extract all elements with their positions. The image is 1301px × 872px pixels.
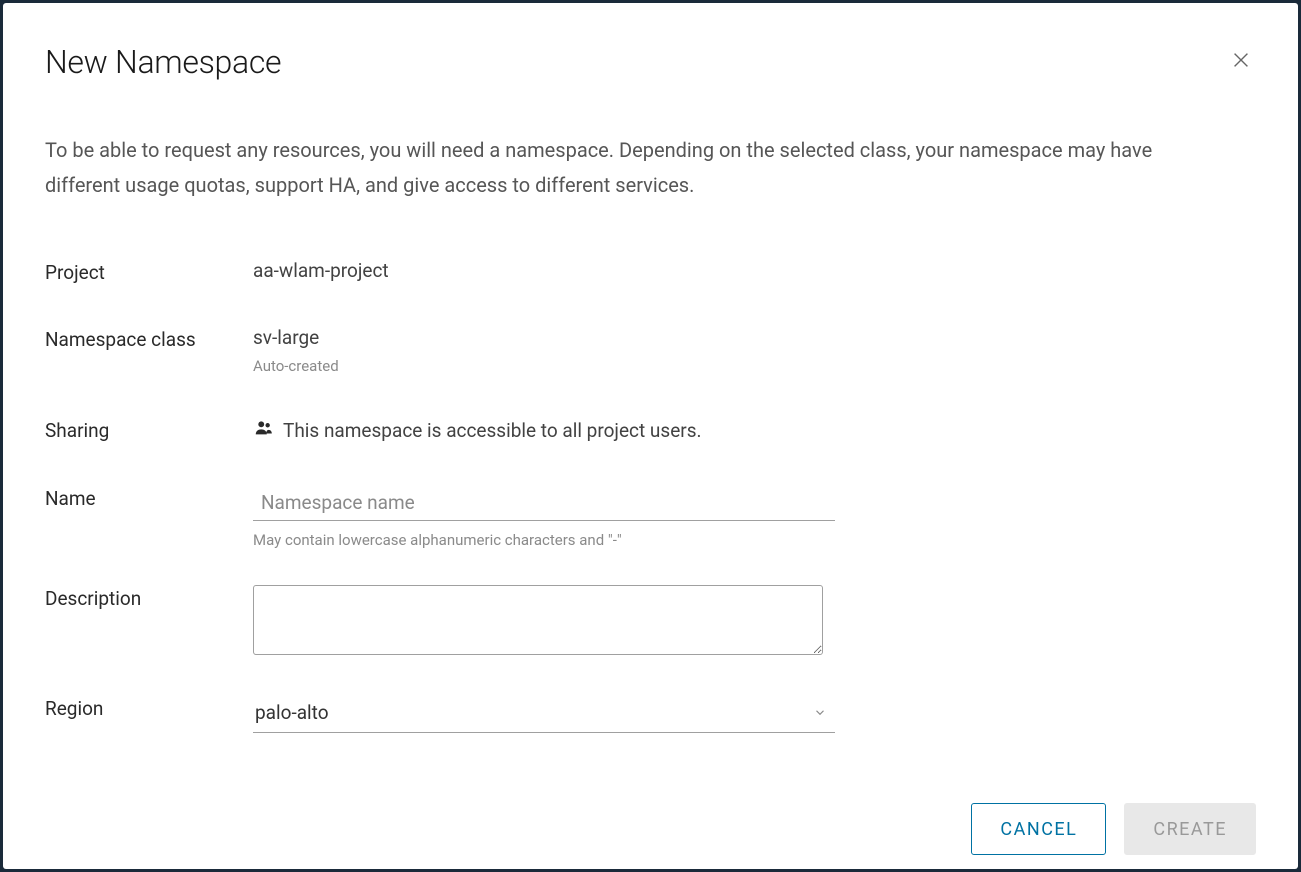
close-button[interactable] xyxy=(1226,45,1256,78)
modal-title: New Namespace xyxy=(45,43,281,81)
close-icon xyxy=(1230,49,1252,74)
namespace-class-value: sv-large xyxy=(253,326,1256,349)
modal-footer: CANCEL CREATE xyxy=(45,785,1256,869)
cancel-button[interactable]: CANCEL xyxy=(971,803,1106,855)
create-button[interactable]: CREATE xyxy=(1124,803,1256,855)
namespace-form: Project aa-wlam-project Namespace class … xyxy=(45,259,1256,775)
description-input[interactable] xyxy=(253,585,823,655)
region-select[interactable]: palo-alto xyxy=(253,695,835,733)
sharing-label: Sharing xyxy=(45,417,253,442)
name-input[interactable] xyxy=(253,485,835,521)
intro-text: To be able to request any resources, you… xyxy=(45,133,1225,203)
region-label: Region xyxy=(45,695,253,720)
sharing-text: This namespace is accessible to all proj… xyxy=(283,419,702,442)
new-namespace-modal: New Namespace To be able to request any … xyxy=(3,3,1298,869)
users-icon xyxy=(253,417,275,443)
namespace-class-label: Namespace class xyxy=(45,326,253,351)
project-row: Project aa-wlam-project xyxy=(45,259,1256,284)
modal-header: New Namespace xyxy=(45,43,1256,81)
sharing-row: Sharing This namespace is accessible to … xyxy=(45,417,1256,443)
name-row: Name May contain lowercase alphanumeric … xyxy=(45,485,1256,549)
description-label: Description xyxy=(45,585,253,610)
namespace-class-subtext: Auto-created xyxy=(253,357,1256,375)
project-value: aa-wlam-project xyxy=(253,259,1256,282)
name-hint: May contain lowercase alphanumeric chara… xyxy=(253,531,1256,549)
namespace-class-row: Namespace class sv-large Auto-created xyxy=(45,326,1256,375)
name-label: Name xyxy=(45,485,253,510)
project-label: Project xyxy=(45,259,253,284)
region-row: Region palo-alto xyxy=(45,695,1256,733)
description-row: Description xyxy=(45,585,1256,659)
